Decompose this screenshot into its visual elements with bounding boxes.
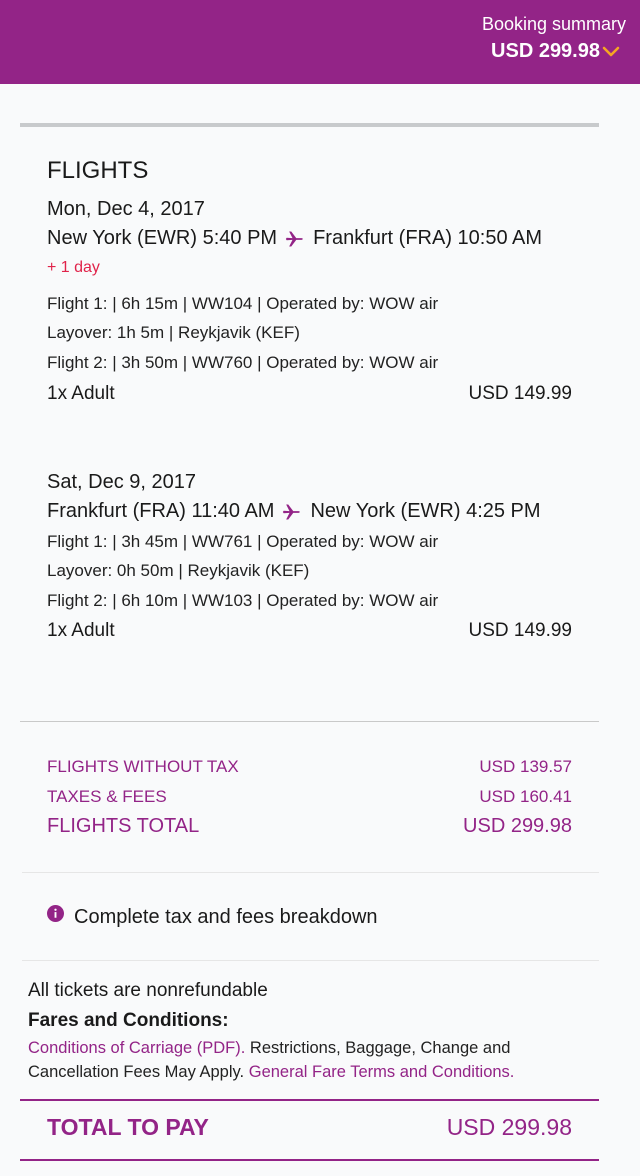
return-origin: Frankfurt (FRA) 11:40 AM — [47, 500, 275, 522]
return-layover-detail: Layover: 0h 50m | Reykjavik (KEF) — [47, 561, 310, 580]
outbound-origin: New York (EWR) 5:40 PM — [47, 227, 278, 249]
outbound-flight-2-detail: Flight 2: | 3h 50m | WW760 | Operated by… — [47, 353, 439, 372]
outbound-flight-1-detail: Flight 1: | 6h 15m | WW104 | Operated by… — [47, 294, 439, 313]
return-date: Sat, Dec 9, 2017 — [47, 471, 196, 493]
booking-summary-header[interactable]: Booking summary USD 299.98 — [0, 0, 640, 84]
outbound-route: New York (EWR) 5:40 PM Frankfurt (FRA) 1… — [47, 227, 542, 250]
total-top-rule — [20, 1099, 599, 1101]
flights-total-label: FLIGHTS TOTAL — [47, 815, 200, 837]
fares-conditions-title: Fares and Conditions: — [28, 1010, 229, 1031]
return-destination: New York (EWR) 4:25 PM — [310, 500, 541, 522]
taxes-fees-value: USD 160.41 — [479, 787, 572, 806]
conditions-of-carriage-link[interactable]: Conditions of Carriage (PDF). — [28, 1039, 245, 1057]
outbound-price: USD 149.99 — [468, 383, 572, 404]
outbound-destination: Frankfurt (FRA) 10:50 AM — [313, 227, 543, 249]
flights-without-tax-value: USD 139.57 — [479, 757, 572, 776]
general-fare-terms-link[interactable]: General Fare Terms and Conditions. — [249, 1063, 515, 1081]
tax-breakdown-link[interactable]: Complete tax and fees breakdown — [74, 906, 378, 929]
breakdown-divider-bottom — [22, 960, 599, 961]
flights-total-value: USD 299.98 — [463, 815, 572, 837]
booking-summary-amount: USD 299.98 — [491, 40, 600, 62]
total-bottom-rule — [20, 1159, 599, 1161]
return-flight-2-detail: Flight 2: | 6h 10m | WW103 | Operated by… — [47, 591, 439, 610]
return-flight-1-detail: Flight 1: | 3h 45m | WW761 | Operated by… — [47, 532, 439, 551]
total-to-pay-label: TOTAL TO PAY — [47, 1114, 209, 1140]
summary-divider — [20, 721, 599, 722]
outbound-date: Mon, Dec 4, 2017 — [47, 198, 205, 220]
return-passengers: 1x Adult — [47, 620, 115, 641]
info-icon — [47, 905, 64, 922]
flights-without-tax-label: FLIGHTS WITHOUT TAX — [47, 757, 239, 776]
chevron-down-icon[interactable] — [600, 41, 622, 63]
flights-section-title: FLIGHTS — [47, 157, 149, 184]
outbound-passengers: 1x Adult — [47, 383, 115, 404]
panel-top-rule — [20, 123, 599, 127]
breakdown-divider-top — [22, 872, 599, 873]
return-price: USD 149.99 — [468, 620, 572, 641]
booking-summary-label: Booking summary — [481, 14, 626, 34]
airplane-icon — [283, 504, 301, 519]
plus-day-badge: + 1 day — [47, 259, 100, 276]
outbound-layover-detail: Layover: 1h 5m | Reykjavik (KEF) — [47, 323, 300, 342]
nonrefundable-notice: All tickets are nonrefundable — [28, 980, 268, 1001]
fares-conditions-text: Conditions of Carriage (PDF). Restrictio… — [28, 1036, 588, 1084]
taxes-fees-label: TAXES & FEES — [47, 787, 167, 806]
total-to-pay-value: USD 299.98 — [446, 1114, 572, 1140]
airplane-icon — [285, 231, 303, 246]
return-route: Frankfurt (FRA) 11:40 AM New York (EWR) … — [47, 500, 541, 523]
